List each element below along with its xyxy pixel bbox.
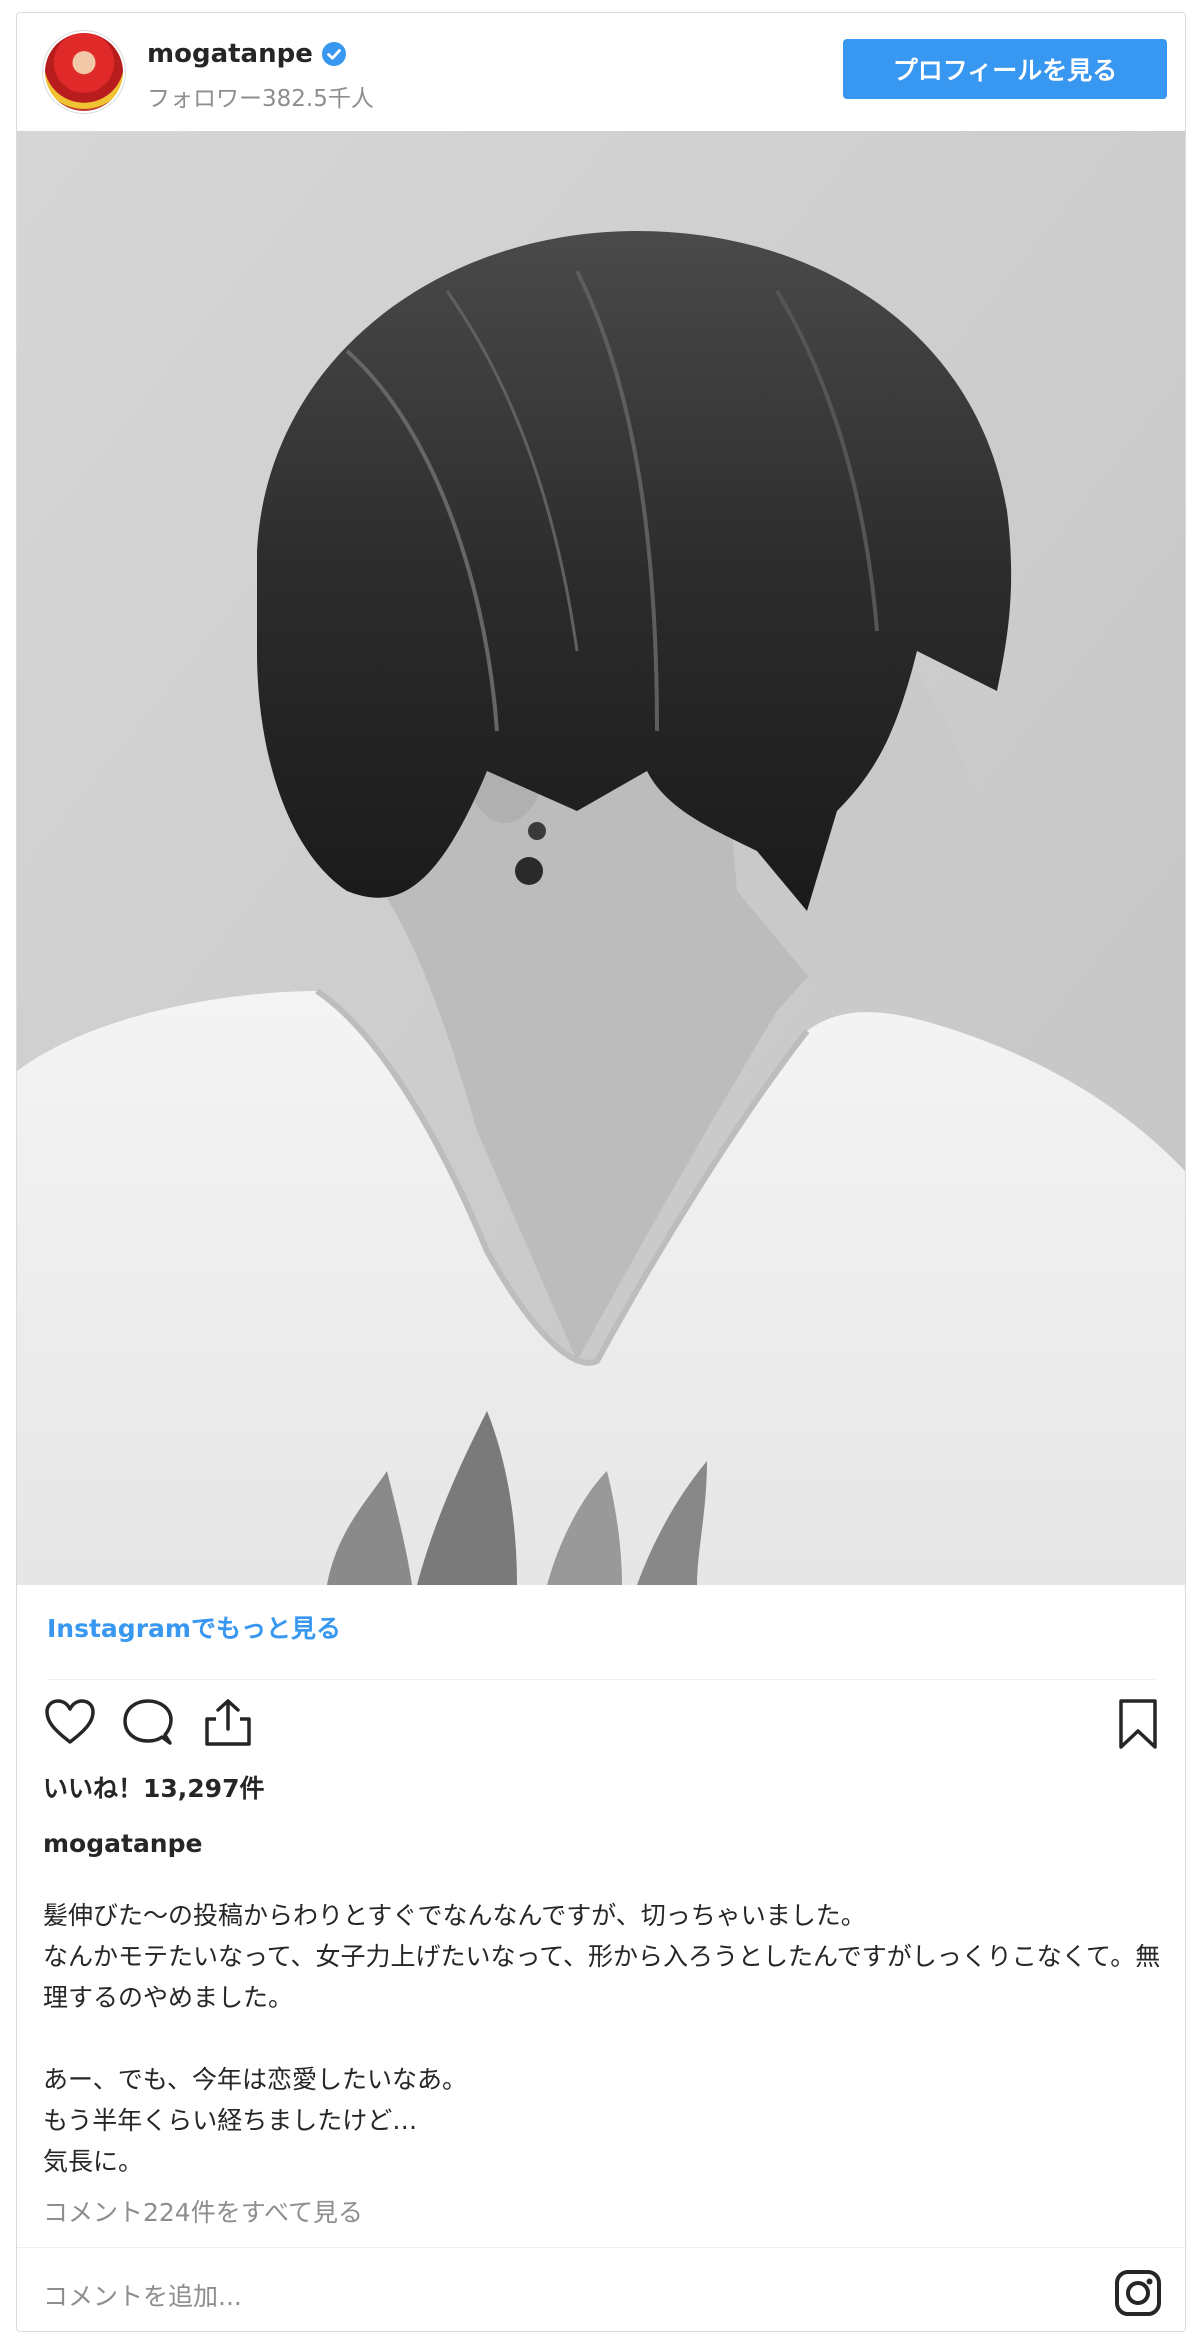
bookmark-icon[interactable] xyxy=(1115,1697,1161,1751)
caption-username[interactable]: mogatanpe xyxy=(43,1829,202,1858)
caption-line: もう半年くらい経ちましたけど… xyxy=(43,2106,418,2135)
follower-count: フォロワー382.5千人 xyxy=(147,86,374,112)
caption-line: なんかモテたいなって、女子力上げたいなって、形から入ろうとしたんですがしっくりこ… xyxy=(43,1942,1161,2012)
verified-badge-icon xyxy=(322,42,346,66)
profile-avatar[interactable] xyxy=(45,33,123,111)
username-link[interactable]: mogatanpe xyxy=(147,39,313,69)
post-actions xyxy=(17,1697,1185,1757)
caption-line: 髪伸びた〜の投稿からわりとすぐでなんなんですが、切っちゃいました。 xyxy=(43,1901,866,1930)
view-more-on-instagram-link[interactable]: Instagramでもっと見る xyxy=(47,1609,341,1645)
like-count[interactable]: いいね！13,297件 xyxy=(43,1769,264,1805)
add-comment-input[interactable]: コメントを追加... xyxy=(43,2277,242,2313)
post-caption: 髪伸びた〜の投稿からわりとすぐでなんなんですが、切っちゃいました。 なんかモテた… xyxy=(43,1895,1163,2182)
share-icon[interactable] xyxy=(201,1697,255,1749)
instagram-logo-icon[interactable] xyxy=(1113,2268,1163,2318)
view-all-comments-link[interactable]: コメント224件をすべて見る xyxy=(43,2193,363,2229)
caption-line: 気長に。 xyxy=(43,2147,144,2176)
caption-line: あー、でも、今年は恋愛したいなあ。 xyxy=(43,2065,468,2094)
comment-icon[interactable] xyxy=(121,1697,175,1749)
divider xyxy=(47,1679,1155,1680)
post-photo-image xyxy=(17,131,1185,1585)
view-profile-button[interactable]: プロフィールを見る xyxy=(843,39,1167,99)
instagram-embed-card: mogatanpe フォロワー382.5千人 プロフィールを見る Instagr… xyxy=(16,12,1186,2332)
divider xyxy=(17,2247,1185,2248)
post-photo[interactable] xyxy=(17,131,1185,1585)
post-header: mogatanpe フォロワー382.5千人 プロフィールを見る xyxy=(17,13,1185,131)
heart-icon[interactable] xyxy=(43,1697,97,1747)
caption-line xyxy=(43,2018,1163,2059)
